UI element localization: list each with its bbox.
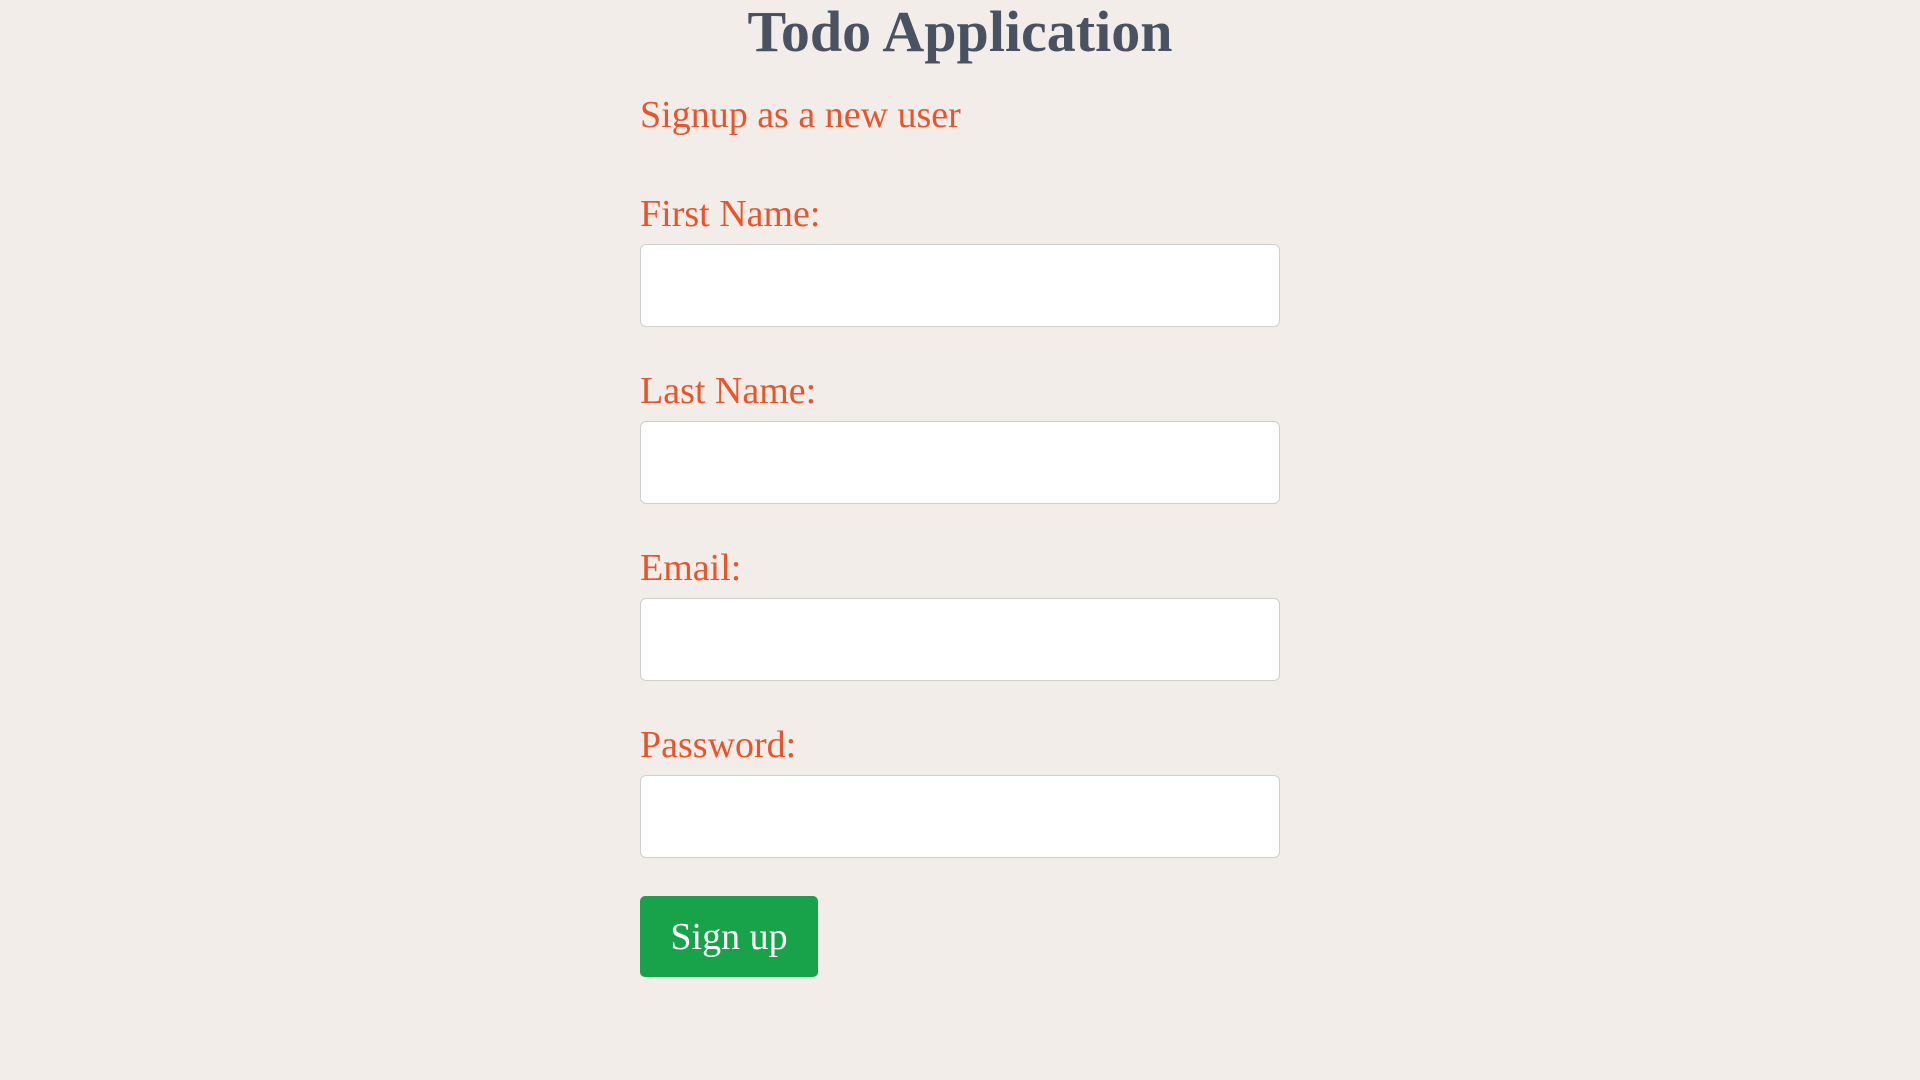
first-name-group: First Name: [640,192,1280,327]
signup-page: Todo Application Signup as a new user Fi… [0,0,1920,1080]
first-name-label: First Name: [640,193,821,235]
last-name-label: Last Name: [640,370,817,412]
page-title: Todo Application [747,0,1173,64]
password-label: Password: [640,724,797,766]
signup-form: Signup as a new user First Name: Last Na… [640,92,1280,977]
password-field[interactable] [640,775,1280,858]
first-name-field[interactable] [640,244,1280,327]
email-field[interactable] [640,598,1280,681]
last-name-field[interactable] [640,421,1280,504]
last-name-group: Last Name: [640,369,1280,504]
password-group: Password: [640,723,1280,858]
signup-button[interactable]: Sign up [640,896,818,977]
form-subtitle: Signup as a new user [640,94,961,136]
email-label: Email: [640,547,742,589]
email-group: Email: [640,546,1280,681]
